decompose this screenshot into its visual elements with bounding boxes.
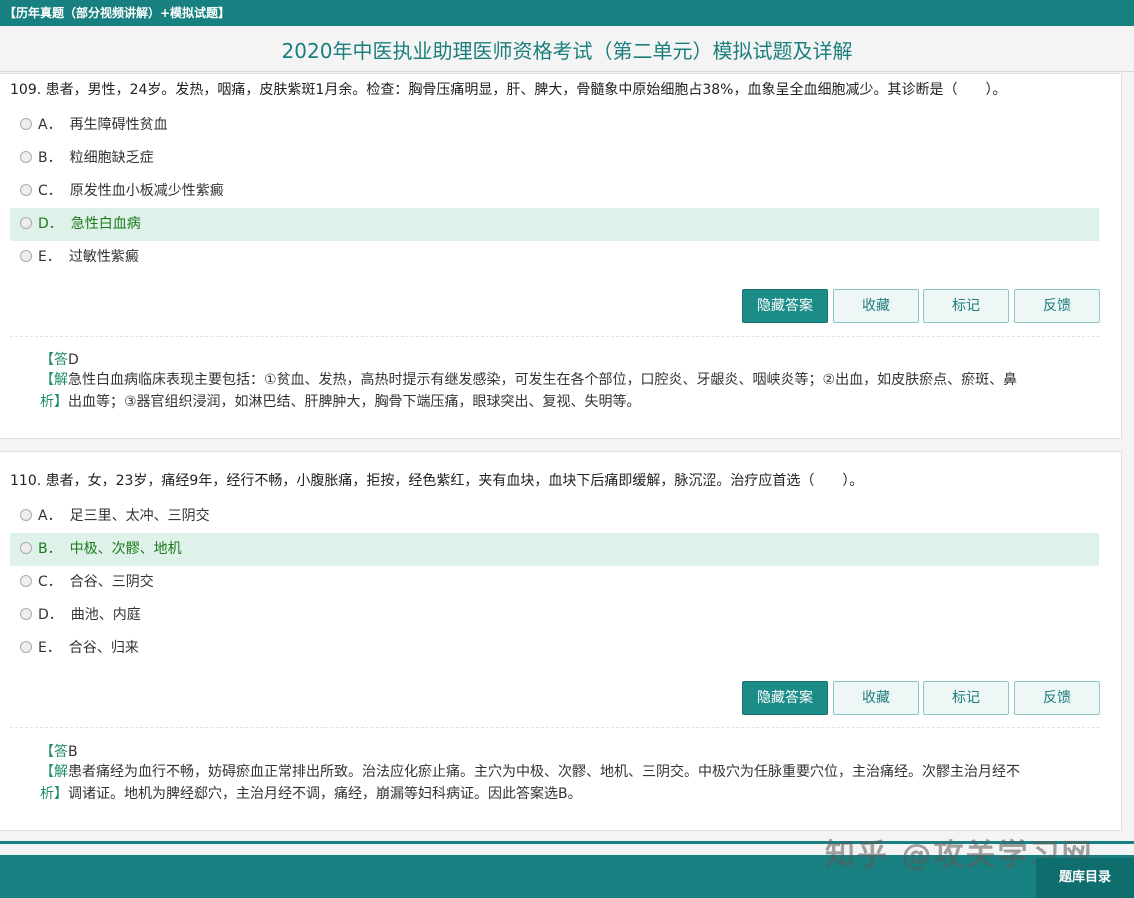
option-e[interactable]: E． 过敏性紫癜 xyxy=(10,241,1099,274)
question-bank-toc-button[interactable]: 题库目录 xyxy=(1036,858,1134,898)
divider xyxy=(10,336,1100,337)
explanation: 【解患者痛经为血行不畅，妨碍瘀血正常排出所致。治法应化瘀止痛。主穴为中极、次髎、… xyxy=(40,764,1020,802)
hide-answer-button[interactable]: 隐藏答案 xyxy=(742,289,828,323)
radio-icon[interactable] xyxy=(20,641,32,653)
radio-icon[interactable] xyxy=(20,118,32,130)
favorite-button[interactable]: 收藏 xyxy=(833,289,919,323)
top-bar: 【历年真题（部分视频讲解）+模拟试题】 xyxy=(0,0,1134,26)
mark-button[interactable]: 标记 xyxy=(923,681,1009,715)
favorite-button[interactable]: 收藏 xyxy=(833,681,919,715)
radio-icon[interactable] xyxy=(20,217,32,229)
option-d-correct[interactable]: D． 急性白血病 xyxy=(10,208,1099,241)
answer-line: 【答B xyxy=(40,744,78,760)
question-card-109: 109. 患者，男性，24岁。发热，咽痛，皮肤紫斑1月余。检查：胸骨压痛明显，肝… xyxy=(0,73,1122,439)
radio-icon[interactable] xyxy=(20,184,32,196)
option-a[interactable]: A． 再生障碍性贫血 xyxy=(10,109,1099,142)
radio-icon[interactable] xyxy=(20,151,32,163)
radio-icon[interactable] xyxy=(20,542,32,554)
option-e[interactable]: E． 合谷、归来 xyxy=(10,632,1099,665)
radio-icon[interactable] xyxy=(20,608,32,620)
option-b-correct[interactable]: B． 中极、次髎、地机 xyxy=(10,533,1099,566)
question-text: 110. 患者，女，23岁，痛经9年，经行不畅，小腹胀痛，拒按，经色紫红，夹有血… xyxy=(10,473,864,489)
answer-line: 【答D xyxy=(40,352,79,368)
page-title: 2020年中医执业助理医师资格考试（第二单元）模拟试题及详解 xyxy=(0,30,1134,72)
option-d[interactable]: D． 曲池、内庭 xyxy=(10,599,1099,632)
option-b[interactable]: B． 粒细胞缺乏症 xyxy=(10,142,1099,175)
radio-icon[interactable] xyxy=(20,509,32,521)
feedback-button[interactable]: 反馈 xyxy=(1014,289,1100,323)
radio-icon[interactable] xyxy=(20,575,32,587)
option-c[interactable]: C． 合谷、三阴交 xyxy=(10,566,1099,599)
feedback-button[interactable]: 反馈 xyxy=(1014,681,1100,715)
mark-button[interactable]: 标记 xyxy=(923,289,1009,323)
radio-icon[interactable] xyxy=(20,250,32,262)
hide-answer-button[interactable]: 隐藏答案 xyxy=(742,681,828,715)
divider xyxy=(10,727,1100,728)
explanation: 【解急性白血病临床表现主要包括：①贫血、发热，高热时提示有继发感染，可发生在各个… xyxy=(40,372,1018,410)
question-text: 109. 患者，男性，24岁。发热，咽痛，皮肤紫斑1月余。检查：胸骨压痛明显，肝… xyxy=(10,82,1007,98)
option-c[interactable]: C． 原发性血小板减少性紫癜 xyxy=(10,175,1099,208)
option-a[interactable]: A． 足三里、太冲、三阴交 xyxy=(10,500,1099,533)
top-bar-title[interactable]: 【历年真题（部分视频讲解）+模拟试题】 xyxy=(4,6,230,20)
question-card-110: 110. 患者，女，23岁，痛经9年，经行不畅，小腹胀痛，拒按，经色紫红，夹有血… xyxy=(0,451,1122,831)
